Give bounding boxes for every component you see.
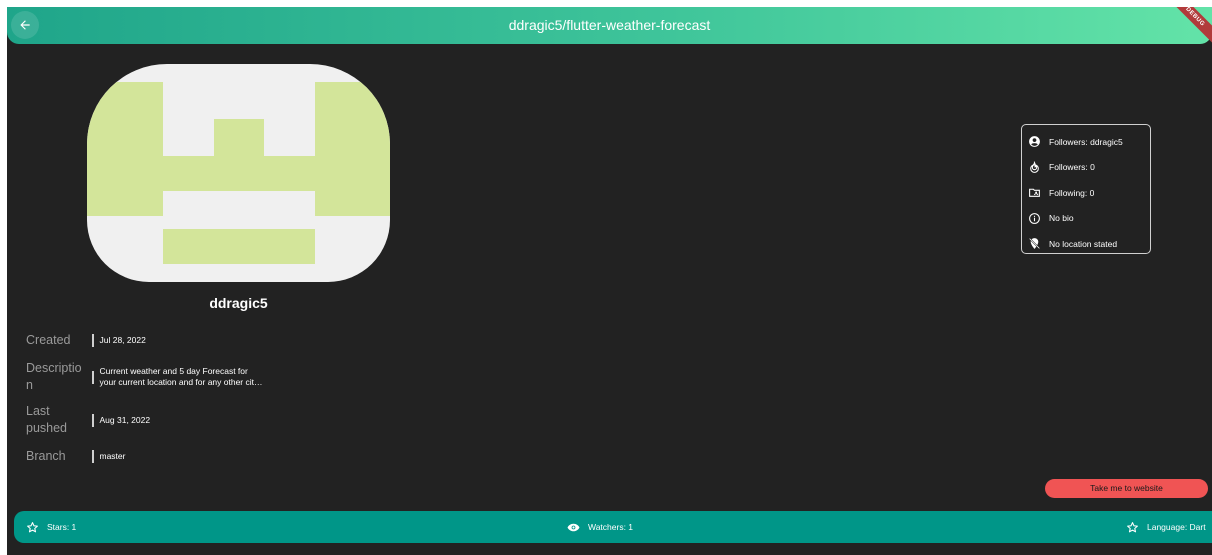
info-label-line: Last [26,404,50,418]
side-item-followers-name: Followers: ddragic5 [1028,129,1144,155]
info-label-line: Descriptio [26,361,82,375]
info-label: Last pushed [26,403,92,437]
info-label: Created [26,333,71,347]
username: ddragic5 [209,295,268,311]
flame-icon [1030,160,1039,173]
info-label-line: pushed [26,421,68,435]
app-screen: ddragic5/flutter-weather-forecast DEBUG … [7,7,1212,555]
folder-shared-icon [1029,188,1040,198]
watchers-stat: Watchers: 1 [567,511,633,543]
star-outline-icon [1127,521,1138,532]
star-outline-icon [27,521,38,532]
divider [92,450,94,463]
divider [92,370,94,384]
page-title: ddragic5/flutter-weather-forecast [508,17,711,33]
divider [92,413,94,427]
side-item-location: No location stated [1028,231,1144,257]
side-item-following: Following: 0 [1028,180,1144,206]
user-info-card: Followers: ddragic5 Followers: 0 Followi… [1021,124,1151,254]
account-circle-icon [1029,136,1040,148]
info-label: Descriptio n [26,360,92,394]
app-bar: ddragic5/flutter-weather-forecast DEBUG [7,7,1212,46]
location-off-icon [1029,238,1040,250]
info-value-line: your current location and for any other … [99,377,263,387]
info-label-line: n [26,378,33,392]
info-value: Jul 28, 2022 [99,335,146,345]
info-row-description: Descriptio n Current weather and 5 day F… [26,360,275,394]
language-label: Language: Dart [1147,522,1206,532]
stars-label: Stars: 1 [47,522,77,532]
info-row-last-pushed: Last pushed Aug 31, 2022 [26,403,275,437]
info-row-branch: Branch master [26,448,275,465]
side-item-label: No location stated [1049,238,1118,249]
side-item-label: Followers: 0 [1049,162,1095,173]
side-item-label: Following: 0 [1049,187,1095,198]
info-value: Current weather and 5 day Forecast for y… [100,366,275,388]
watchers-label: Watchers: 1 [588,522,634,532]
avatar [87,64,390,282]
eye-icon [567,523,580,531]
info-icon [1029,212,1040,224]
info-label: Branch [26,449,66,463]
side-item-label: Followers: ddragic5 [1049,136,1123,147]
info-row-created: Created Jul 28, 2022 [26,332,275,349]
info-value: Aug 31, 2022 [99,414,151,425]
language-stat: Language: Dart [1126,511,1206,543]
divider [92,334,94,347]
info-value-line: Current weather and 5 day Forecast for [99,366,248,376]
side-item-followers-count: Followers: 0 [1028,155,1144,181]
take-me-to-website-button[interactable]: Take me to website [1045,479,1208,498]
stats-bar: Stars: 1 Watchers: 1 Language: Dart [14,511,1212,543]
side-item-label: No bio [1049,213,1074,224]
side-item-bio: No bio [1028,206,1144,232]
stars-stat: Stars: 1 [26,511,76,543]
info-value: master [99,451,126,461]
